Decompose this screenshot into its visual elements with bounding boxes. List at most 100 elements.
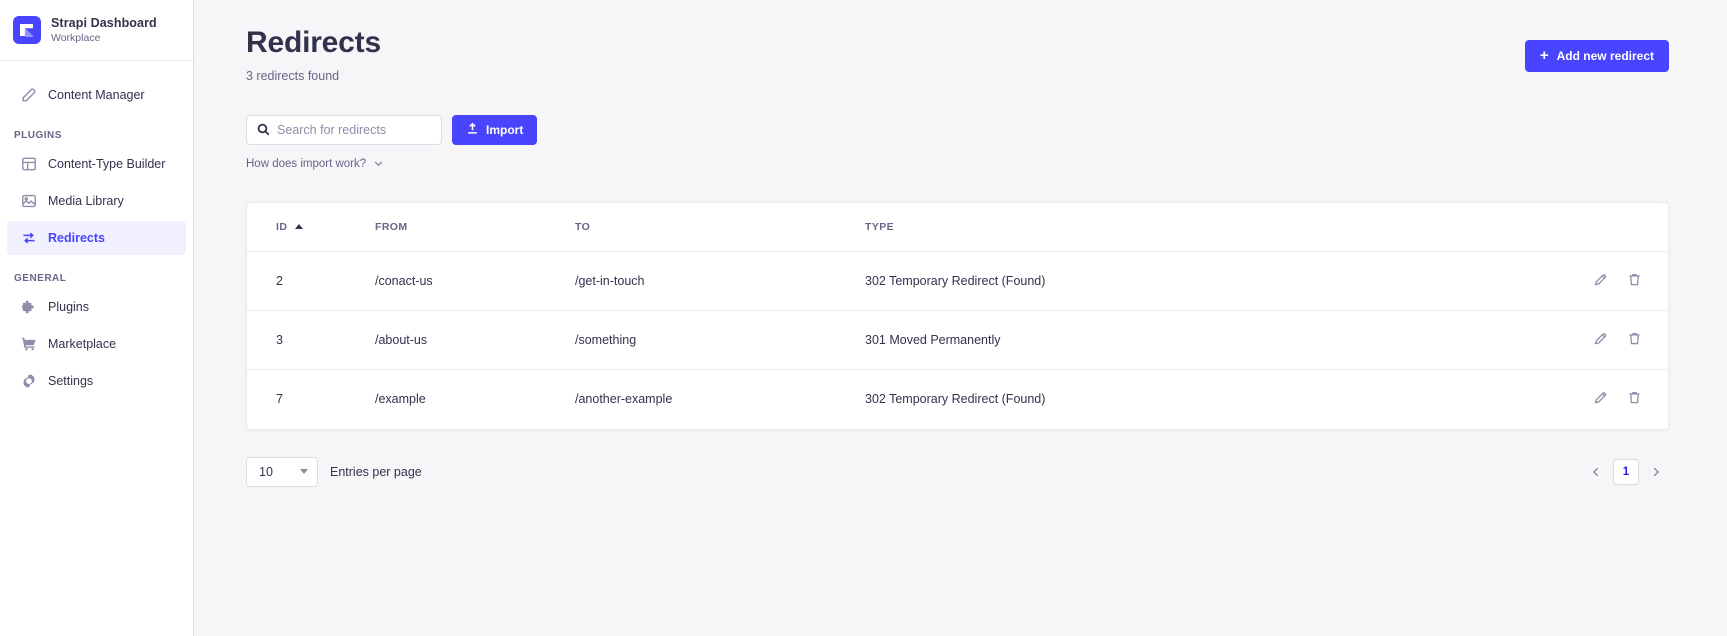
search-icon: [257, 123, 270, 136]
page-title: Redirects: [246, 26, 381, 59]
delete-row-button[interactable]: [1626, 391, 1642, 407]
cell-actions: [1518, 310, 1668, 370]
table-row[interactable]: 2 /conact-us /get-in-touch 302 Temporary…: [247, 251, 1668, 311]
layout-grid-icon: [21, 156, 37, 172]
table-row[interactable]: 7 /example /another-example 302 Temporar…: [247, 370, 1668, 429]
cell-to: /get-in-touch: [559, 251, 849, 311]
cell-from: /conact-us: [359, 251, 559, 311]
add-new-redirect-label: Add new redirect: [1556, 49, 1654, 63]
table-footer: 10 Entries per page 1: [246, 456, 1669, 487]
app-root: Strapi Dashboard Workplace Content Manag…: [0, 0, 1727, 636]
sidebar-item-label: Content Manager: [48, 88, 145, 102]
entries-per-page-value: 10: [259, 464, 273, 479]
cell-to: /something: [559, 310, 849, 370]
edit-row-button[interactable]: [1592, 273, 1608, 289]
sidebar-item-redirects[interactable]: Redirects: [7, 221, 186, 255]
chevron-left-icon: [1590, 466, 1602, 478]
pencil-icon: [1593, 331, 1608, 349]
puzzle-piece-icon: [21, 299, 37, 315]
column-header-type-label: TYPE: [865, 220, 895, 233]
sidebar-item-marketplace[interactable]: Marketplace: [7, 327, 186, 361]
column-header-to[interactable]: TO: [559, 202, 849, 252]
sidebar-item-media-library[interactable]: Media Library: [7, 184, 186, 218]
sidebar-item-label: Settings: [48, 374, 94, 388]
pagination-next-button[interactable]: [1643, 459, 1669, 485]
delete-row-button[interactable]: [1626, 273, 1642, 289]
column-header-actions: [1518, 202, 1668, 252]
table-head: ID FROM TO TYPE: [247, 202, 1668, 252]
column-header-id[interactable]: ID: [247, 202, 359, 252]
sort-ascending-icon: [295, 224, 304, 230]
cell-from: /about-us: [359, 310, 559, 370]
column-header-from[interactable]: FROM: [359, 202, 559, 252]
toolbar: Import: [194, 83, 1727, 145]
column-header-from-label: FROM: [375, 220, 408, 233]
search-input[interactable]: [277, 122, 431, 137]
column-header-id-label: ID: [276, 220, 288, 233]
cell-id: 7: [276, 392, 283, 407]
sidebar-item-label: Content-Type Builder: [48, 157, 166, 171]
pagination-page-1[interactable]: 1: [1613, 458, 1639, 485]
trash-icon: [1627, 272, 1642, 290]
edit-row-button[interactable]: [1592, 332, 1608, 348]
pencil-square-icon: [21, 87, 37, 103]
redirect-arrows-icon: [21, 230, 37, 246]
import-label: Import: [486, 122, 524, 137]
sidebar-section-plugins-label: PLUGINS: [14, 130, 62, 141]
redirects-table: ID FROM TO TYPE 2 /conact-us /get-in-tou…: [247, 202, 1668, 429]
sidebar-item-label: Media Library: [48, 194, 124, 208]
entries-per-page-select[interactable]: 10: [246, 456, 318, 487]
sidebar-section-general-label: GENERAL: [14, 273, 67, 284]
table-header-row: ID FROM TO TYPE: [247, 202, 1668, 252]
plus-icon: +: [1539, 46, 1549, 64]
gear-icon: [21, 373, 37, 389]
entries-per-page-label: Entries per page: [330, 464, 422, 479]
upload-icon: [466, 122, 479, 138]
page-subtitle: 3 redirects found: [246, 68, 340, 83]
chevron-down-icon: [373, 158, 384, 169]
column-header-type[interactable]: TYPE: [849, 202, 1518, 252]
image-icon: [21, 193, 37, 209]
cell-id: 2: [247, 251, 359, 311]
brand-header[interactable]: Strapi Dashboard Workplace: [0, 0, 193, 61]
pencil-icon: [1593, 390, 1608, 408]
sidebar-item-label: Redirects: [48, 231, 105, 245]
edit-row-button[interactable]: [1592, 391, 1608, 407]
cell-type: 302 Temporary Redirect (Found): [849, 251, 1518, 311]
sidebar-item-label: Marketplace: [48, 337, 117, 351]
delete-row-button[interactable]: [1626, 332, 1642, 348]
entries-per-page-group: 10 Entries per page: [246, 456, 422, 487]
column-header-to-label: TO: [575, 220, 591, 233]
import-button[interactable]: Import: [452, 114, 538, 145]
cell-to: /another-example: [575, 392, 673, 407]
sidebar-nav: Content Manager PLUGINS Content-Type Bui…: [0, 61, 193, 636]
sidebar-item-settings[interactable]: Settings: [7, 364, 186, 398]
redirects-table-card: ID FROM TO TYPE 2 /conact-us /get-in-tou…: [246, 201, 1669, 430]
cell-type: 301 Moved Permanently: [849, 310, 1518, 370]
sidebar-item-plugins[interactable]: Plugins: [7, 290, 186, 324]
cell-type: 302 Temporary Redirect (Found): [865, 392, 1046, 407]
cell-from: /example: [375, 392, 426, 407]
pagination: 1: [1583, 458, 1669, 485]
brand-title: Strapi Dashboard: [51, 15, 157, 30]
cell-id: 3: [247, 310, 359, 370]
trash-icon: [1627, 331, 1642, 349]
shopping-cart-icon: [21, 336, 37, 352]
table-row[interactable]: 3 /about-us /something 301 Moved Permane…: [247, 310, 1668, 370]
cell-actions: [1518, 370, 1668, 429]
trash-icon: [1627, 390, 1642, 408]
cell-actions: [1518, 251, 1668, 311]
brand-subtitle: Workplace: [51, 32, 101, 45]
pagination-previous-button[interactable]: [1583, 459, 1609, 485]
sidebar-item-content-type-builder[interactable]: Content-Type Builder: [7, 147, 186, 181]
search-field[interactable]: [246, 114, 442, 145]
add-new-redirect-button[interactable]: + Add new redirect: [1524, 40, 1669, 72]
strapi-logo-icon: [13, 16, 41, 44]
chevron-down-icon: [300, 469, 308, 474]
main-content: Redirects 3 redirects found + Add new re…: [194, 0, 1727, 636]
sidebar: Strapi Dashboard Workplace Content Manag…: [0, 0, 194, 636]
pencil-icon: [1593, 272, 1608, 290]
chevron-right-icon: [1650, 466, 1662, 478]
import-help-toggle[interactable]: How does import work?: [246, 158, 384, 170]
sidebar-item-content-manager[interactable]: Content Manager: [7, 78, 186, 112]
